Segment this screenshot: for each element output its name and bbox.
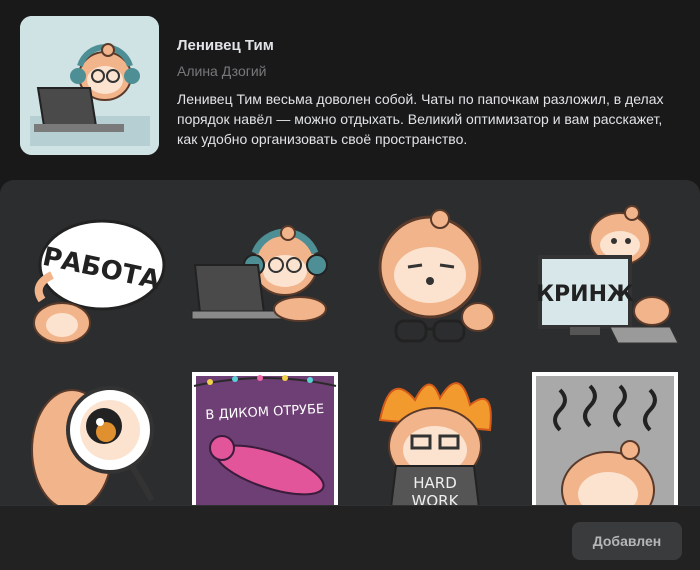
sticker-rabota[interactable]: РАБОТА [22,205,172,355]
pack-description: Ленивец Тим весьма доволен собой. Чаты п… [177,91,664,147]
sticker-hard-work[interactable]: HARD WORK [360,370,510,510]
sticker-caption: КРИНЖ [536,282,634,307]
sticker-grid: РАБОТА КРИНЖ В ДИКОМ ОТРУБЕ HARD WORK [0,180,700,510]
sticker-pack-header: Ленивец Тим Алина Дзогий Ленивец Тим вес… [0,0,700,182]
sticker-krinzh[interactable]: КРИНЖ [530,205,680,355]
pack-info: Ленивец Тим Алина Дзогий Ленивец Тим вес… [177,36,677,149]
added-button[interactable]: Добавлен [572,522,682,560]
sticker-laptop-sloth[interactable] [190,205,340,355]
pack-cover-image [20,16,159,155]
sticker-v-dikom-otrube[interactable]: В ДИКОМ ОТРУБЕ [190,370,340,510]
pack-title: Ленивец Тим [177,37,274,54]
sticker-steam-sloth[interactable] [530,370,680,510]
sticker-caption-line1: HARD [413,474,457,492]
sticker-squint-sloth[interactable] [360,205,510,355]
footer-bar: Добавлен [0,505,700,570]
sticker-magnifier-sloth[interactable] [22,370,172,510]
pack-author[interactable]: Алина Дзогий [177,62,677,80]
